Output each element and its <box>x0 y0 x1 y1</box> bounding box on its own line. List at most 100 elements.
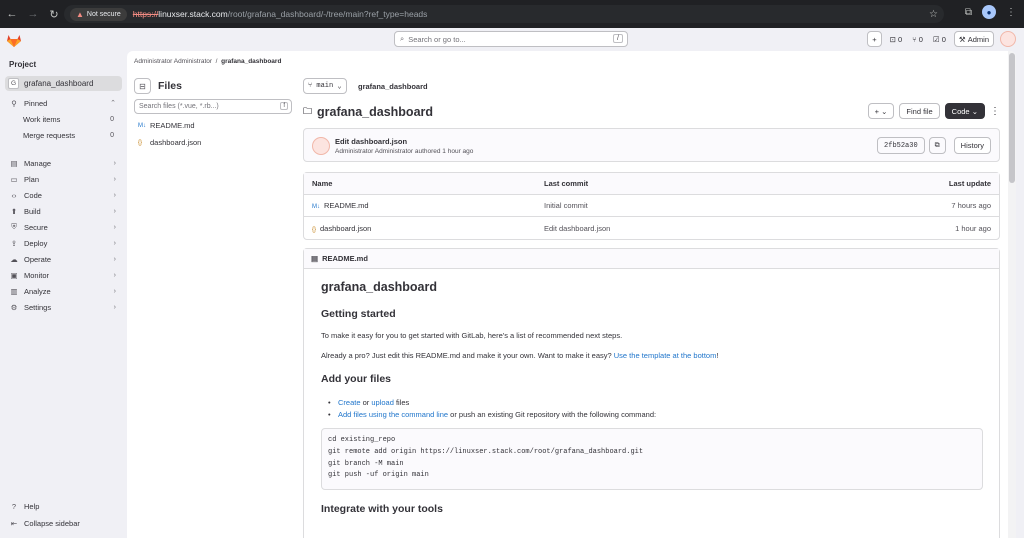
todos-button[interactable]: ☑ 0 <box>931 31 948 47</box>
user-avatar[interactable] <box>1000 31 1016 47</box>
sidebar-item-settings[interactable]: ⚙ Settings › <box>5 300 122 314</box>
global-search-input[interactable]: ⌕ Search or go to... / <box>394 31 628 47</box>
breadcrumb: Administrator Administrator / grafana_da… <box>134 58 281 65</box>
commit-author-avatar[interactable] <box>312 137 330 155</box>
sidebar-item-secure[interactable]: ⛨ Secure › <box>5 220 122 234</box>
readme-header: ▤ README.md <box>304 249 999 269</box>
gear-icon: ⚙ <box>10 302 18 312</box>
address-bar[interactable]: ▲ Not secure https://linuxser.stack.com/r… <box>64 5 944 23</box>
scrollbar[interactable] <box>1008 51 1016 538</box>
sidebar-item-label: Deploy <box>24 238 48 248</box>
forward-icon[interactable]: → <box>24 5 42 23</box>
search-shortcut: / <box>613 34 623 43</box>
plus-icon: + <box>872 34 877 44</box>
plus-icon: + <box>874 106 880 116</box>
commit-title[interactable]: Edit dashboard.json <box>335 137 407 146</box>
commit-author[interactable]: Administrator Administrator <box>335 148 413 155</box>
chevron-down-icon: ⌄ <box>881 106 888 116</box>
breadcrumb-current[interactable]: grafana_dashboard <box>221 58 281 65</box>
not-secure-badge[interactable]: ▲ Not secure <box>70 7 127 21</box>
file-tree-header: ⊟ Files <box>134 78 182 94</box>
create-link[interactable]: Create <box>338 398 361 407</box>
copy-sha-button[interactable]: ⧉ <box>928 137 946 154</box>
commit-sha[interactable]: 2fb52a30 <box>877 137 925 154</box>
table-row[interactable]: M↓ README.md Initial commit 7 hours ago <box>304 195 999 217</box>
sidebar-item-plan[interactable]: ▭ Plan › <box>5 172 122 186</box>
profile-icon[interactable]: ● <box>982 5 996 19</box>
merge-requests-button[interactable]: ⑂ 0 <box>910 31 925 47</box>
column-header-last-update: Last update <box>948 179 991 188</box>
file-name-cell[interactable]: M↓ README.md <box>312 201 369 210</box>
chevron-right-icon: › <box>113 207 116 215</box>
readme-heading: grafana_dashboard <box>321 280 438 294</box>
create-new-button[interactable]: + <box>867 31 882 47</box>
sidebar-item-monitor[interactable]: ▣ Monitor › <box>5 268 122 282</box>
command-line-link[interactable]: Add files using the command line <box>338 410 448 419</box>
rocket-icon: ⬆ <box>10 206 18 216</box>
code-line: git remote add origin https://linuxser.s… <box>328 447 644 456</box>
sidebar-item-project[interactable]: G grafana_dashboard <box>5 76 122 91</box>
branch-selector[interactable]: ⑂ main ⌄ <box>303 78 347 94</box>
readme-paragraph: To make it easy for you to get started w… <box>321 331 623 340</box>
table-header-row: Name Last commit Last update <box>304 173 999 195</box>
repo-title-text: grafana_dashboard <box>317 105 434 119</box>
file-tree-item-readme[interactable]: M↓ README.md <box>138 121 195 130</box>
sidebar-item-work-items[interactable]: Work items 0 <box>5 112 122 126</box>
admin-label: Admin <box>967 34 989 44</box>
repo-path-breadcrumb[interactable]: grafana_dashboard <box>358 82 428 91</box>
gitlab-logo-icon[interactable] <box>6 32 22 48</box>
json-file-icon: {} <box>138 139 143 146</box>
find-file-button[interactable]: Find file <box>899 103 940 119</box>
sidebar-item-manage[interactable]: ▤ Manage › <box>5 156 122 170</box>
file-tree-item-dashboard-json[interactable]: {} dashboard.json <box>138 138 201 147</box>
readme-filename[interactable]: README.md <box>322 254 368 263</box>
table-row[interactable]: {} dashboard.json Edit dashboard.json 1 h… <box>304 217 999 239</box>
bookmark-star-icon[interactable]: ☆ <box>929 9 938 20</box>
collapse-sidebar-button[interactable]: ⇤ Collapse sidebar <box>5 516 122 530</box>
top-bar: ⌕ Search or go to... / + ⊡ 0 ⑂ 0 ☑ 0 ⚒ A… <box>0 28 1024 51</box>
file-name-cell[interactable]: {} dashboard.json <box>312 224 371 233</box>
file-table: Name Last commit Last update M↓ README.md… <box>303 172 1000 240</box>
upload-link[interactable]: upload <box>371 398 394 407</box>
find-file-label: Find file <box>906 106 933 116</box>
url-host: linuxser.stack.com <box>158 9 228 19</box>
search-icon: ⌕ <box>400 34 405 43</box>
sidebar-help[interactable]: ? Help <box>5 499 122 513</box>
sidebar-item-build[interactable]: ⬆ Build › <box>5 204 122 218</box>
issues-button[interactable]: ⊡ 0 <box>888 31 905 47</box>
file-tree-toggle-button[interactable]: ⊟ <box>134 78 151 94</box>
sidebar-item-deploy[interactable]: ⇪ Deploy › <box>5 236 122 250</box>
file-search-input[interactable]: Search files (*.vue, *.rb...) f <box>134 99 292 114</box>
sidebar-item-analyze[interactable]: ▥ Analyze › <box>5 284 122 298</box>
readme-text: or <box>360 398 372 407</box>
file-search-shortcut: f <box>280 102 288 110</box>
sidebar-item-pinned[interactable]: ⚲ Pinned ⌃ <box>5 96 122 110</box>
repo-title: 🗀 grafana_dashboard <box>303 104 433 120</box>
sidebar-item-operate[interactable]: ☁ Operate › <box>5 252 122 266</box>
template-link[interactable]: Use the template at the bottom <box>614 351 717 360</box>
chevron-right-icon: › <box>113 255 116 263</box>
history-button[interactable]: History <box>953 137 991 154</box>
add-to-tree-button[interactable]: + ⌄ <box>867 103 895 119</box>
deploy-icon: ⇪ <box>10 238 18 248</box>
code-dropdown-button[interactable]: Code ⌄ <box>944 103 985 119</box>
more-actions-icon[interactable]: ⋮ <box>990 106 1000 117</box>
last-commit-cell[interactable]: Initial commit <box>544 201 588 210</box>
history-label: History <box>960 141 984 150</box>
breadcrumb-parent[interactable]: Administrator Administrator <box>134 58 212 65</box>
reload-icon[interactable]: ↻ <box>45 5 63 23</box>
sidebar-item-code[interactable]: ‹› Code › <box>5 188 122 202</box>
browser-menu-icon[interactable]: ⋮ <box>1006 7 1016 18</box>
scrollbar-thumb[interactable] <box>1009 53 1015 183</box>
collapse-icon: ⇤ <box>10 518 18 528</box>
sidebar-item-label: Analyze <box>24 286 51 296</box>
last-commit-cell[interactable]: Edit dashboard.json <box>544 224 610 233</box>
extensions-icon[interactable]: ⧉ <box>965 7 972 18</box>
sidebar-item-label: Build <box>24 206 41 216</box>
merge-request-icon: ⑂ <box>912 34 917 44</box>
admin-button[interactable]: ⚒ Admin <box>953 31 994 47</box>
chevron-right-icon: › <box>113 287 116 295</box>
back-icon[interactable]: ← <box>3 5 21 23</box>
sidebar-item-merge-requests[interactable]: Merge requests 0 <box>5 128 122 142</box>
chevron-right-icon: › <box>113 271 116 279</box>
